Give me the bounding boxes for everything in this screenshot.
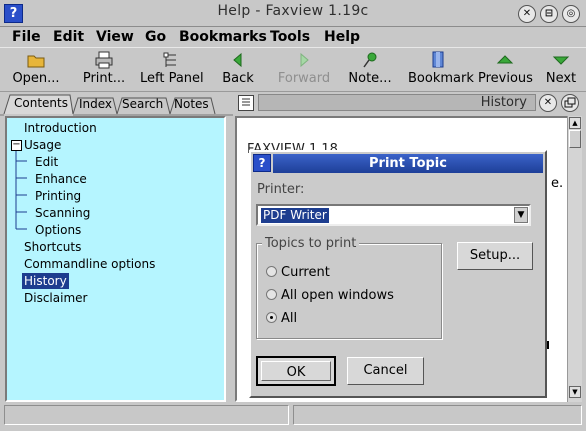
left-panel-icon: [163, 52, 176, 67]
tree-item-disclaimer[interactable]: Disclaimer: [24, 290, 87, 306]
menu-bar: File Edit View Go Bookmarks Tools Help: [0, 27, 586, 47]
next-button[interactable]: Next: [543, 48, 579, 92]
menu-bookmarks[interactable]: Bookmarks: [179, 27, 267, 47]
dialog-help-icon: ?: [253, 154, 271, 172]
bookmark-icon: [432, 51, 444, 68]
dropdown-arrow-icon[interactable]: ▼: [514, 207, 528, 223]
topics-group-label: Topics to print: [262, 236, 360, 251]
print-button[interactable]: Print...: [76, 48, 132, 92]
vertical-scrollbar[interactable]: ▲ ▼: [567, 116, 582, 402]
doc-text-partial: e.: [551, 176, 564, 191]
dialog-title: Print Topic: [273, 154, 543, 173]
tree-item-scanning[interactable]: Scanning: [35, 205, 90, 221]
radio-all-open-windows-indicator[interactable]: [266, 289, 277, 300]
radio-all-indicator[interactable]: [266, 312, 277, 323]
ok-button-label: OK: [261, 361, 331, 381]
printer-label: Printer:: [257, 182, 305, 197]
menu-go[interactable]: Go: [145, 27, 166, 47]
status-bar-left: [4, 405, 289, 425]
up-arrow-icon: [496, 55, 514, 64]
printer-select[interactable]: PDF Writer ▼: [256, 204, 531, 226]
menu-edit[interactable]: Edit: [53, 27, 84, 47]
document-icon: [238, 95, 254, 111]
radio-all-open-windows[interactable]: All open windows: [266, 288, 394, 304]
scroll-thumb[interactable]: [569, 130, 581, 148]
forward-button[interactable]: Forward: [276, 48, 332, 92]
tab-search[interactable]: Search: [122, 94, 163, 114]
down-arrow-icon: [552, 56, 570, 65]
radio-current[interactable]: Current: [266, 265, 330, 281]
tree-item-commandline[interactable]: Commandline options: [24, 256, 155, 272]
menu-file[interactable]: File: [12, 27, 41, 47]
close-window-icon[interactable]: ✕: [518, 5, 536, 23]
tab-notes[interactable]: Notes: [174, 94, 209, 114]
tree-item-enhance[interactable]: Enhance: [35, 171, 87, 187]
menu-view[interactable]: View: [96, 27, 134, 47]
folder-icon: [27, 55, 45, 68]
window-title: Help - Faxview 1.19c: [217, 3, 369, 19]
previous-button[interactable]: Previous: [478, 48, 533, 92]
back-button[interactable]: Back: [218, 48, 258, 92]
minimize-window-icon[interactable]: ⊟: [540, 5, 558, 23]
toolbar: Open... Print... Left Panel Back Forward…: [0, 47, 586, 92]
tree-item-introduction[interactable]: Introduction: [24, 120, 97, 136]
open-button[interactable]: Open...: [6, 48, 66, 92]
note-button[interactable]: Note...: [348, 48, 392, 92]
tree-item-printing[interactable]: Printing: [35, 188, 81, 204]
close-panel-icon[interactable]: ✕: [539, 94, 557, 112]
back-arrow-icon: [233, 52, 242, 68]
radio-current-indicator[interactable]: [266, 266, 277, 277]
printer-icon: [95, 51, 113, 69]
menu-help[interactable]: Help: [324, 27, 360, 47]
maximize-window-icon[interactable]: ◎: [562, 5, 580, 23]
left-panel-button[interactable]: Left Panel: [140, 48, 204, 92]
tree-item-edit[interactable]: Edit: [35, 154, 58, 170]
tab-contents[interactable]: Contents: [14, 93, 68, 113]
pin-icon: [363, 52, 377, 68]
scroll-up-icon[interactable]: ▲: [569, 117, 581, 129]
tree-item-history[interactable]: History: [22, 273, 69, 289]
tree-item-usage[interactable]: Usage: [24, 137, 61, 153]
restore-panel-icon[interactable]: [561, 94, 579, 112]
radio-all[interactable]: All: [266, 311, 297, 327]
cancel-button[interactable]: Cancel: [347, 357, 424, 385]
tab-index[interactable]: Index: [79, 94, 112, 114]
tree-item-options[interactable]: Options: [35, 222, 81, 238]
menu-tools[interactable]: Tools: [270, 27, 310, 47]
bookmark-button[interactable]: Bookmark: [408, 48, 474, 92]
status-bar-right: [293, 405, 582, 425]
ok-button[interactable]: OK: [256, 356, 336, 386]
setup-button[interactable]: Setup...: [457, 242, 533, 270]
contents-tree[interactable]: Introduction − Usage Edit Enhance Printi…: [5, 116, 226, 402]
forward-arrow-icon: [300, 52, 309, 68]
printer-selected-value: PDF Writer: [261, 208, 329, 223]
collapse-icon[interactable]: −: [11, 140, 22, 151]
tree-item-shortcuts[interactable]: Shortcuts: [24, 239, 81, 255]
panel-title: History: [258, 94, 536, 111]
scroll-down-icon[interactable]: ▼: [569, 386, 581, 398]
